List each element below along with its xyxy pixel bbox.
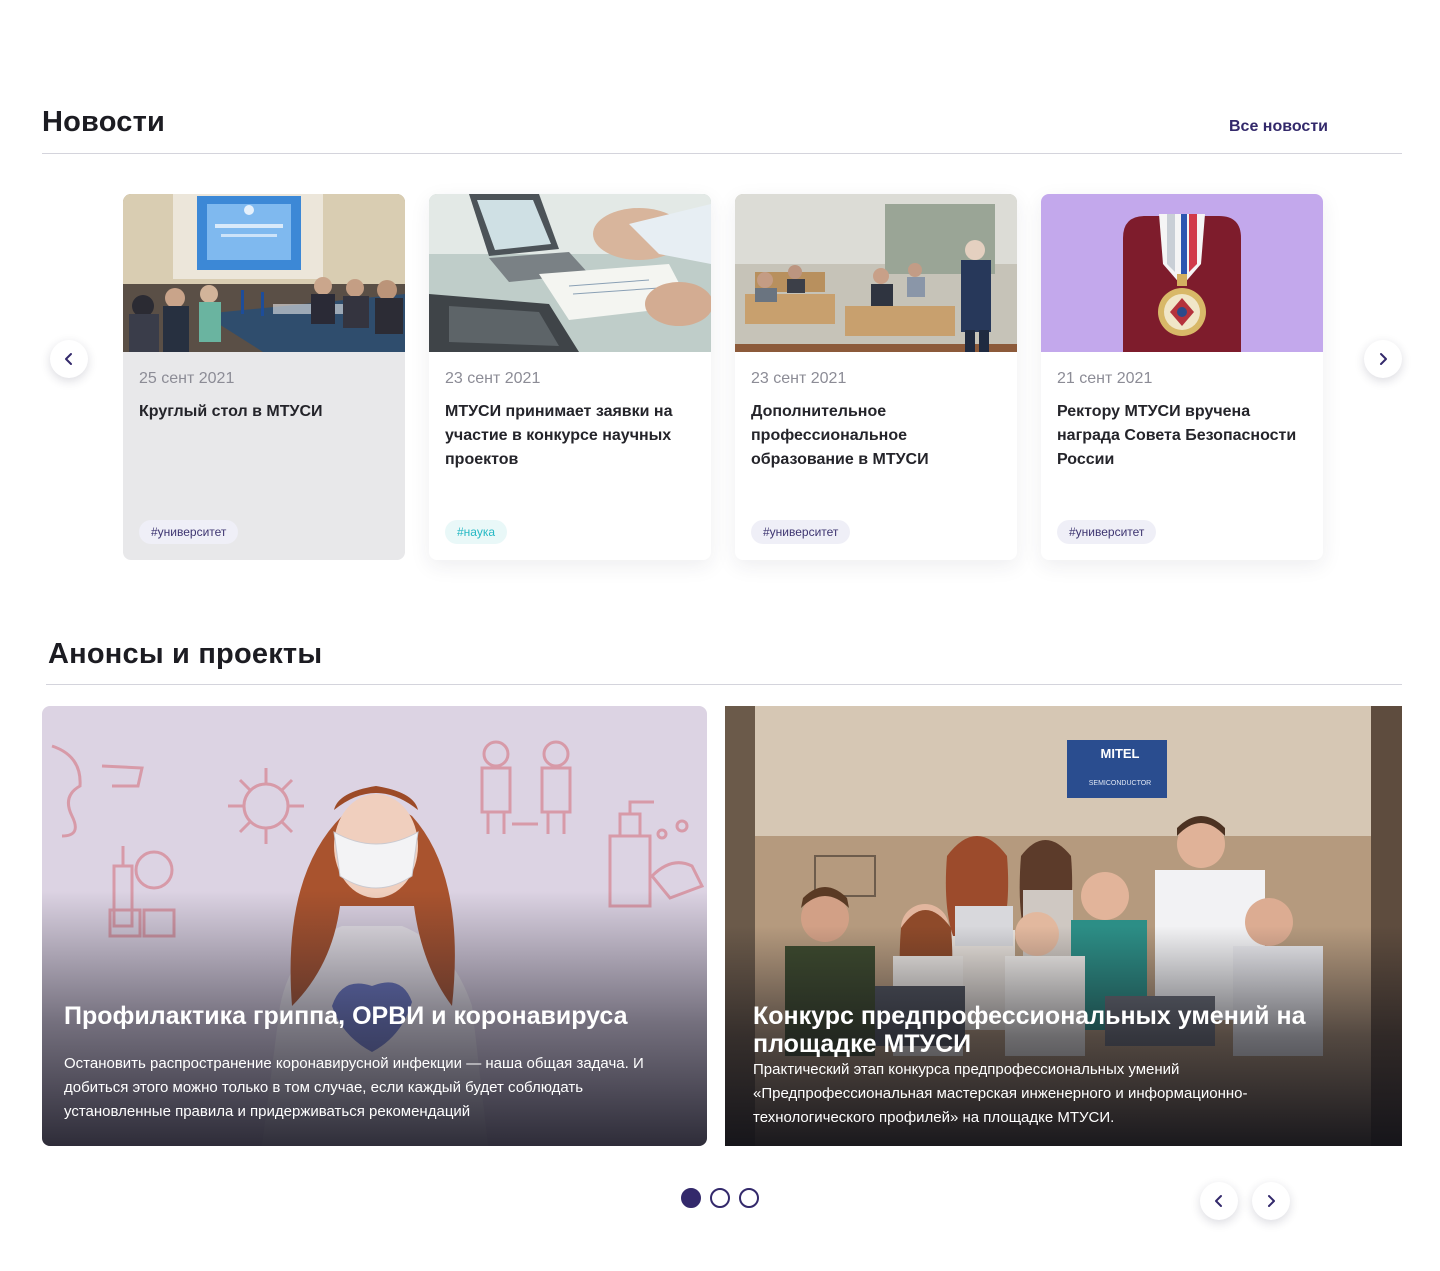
news-card-date: 23 сент 2021 [751,370,847,387]
mitel-sign-subtext: SEMICONDUCTOR [1088,780,1152,787]
round-table-photo [123,194,405,352]
pagination-dot-3[interactable] [739,1188,759,1208]
news-card-title: Дополнительное профессиональное образова… [751,403,929,468]
news-title: Новости [42,106,165,138]
announcement-card-contest[interactable]: MITEL SEMICONDUCTOR Конкурс предпрофесси… [725,706,1402,1146]
news-prev-button[interactable] [50,340,88,378]
classroom-photo [735,194,1017,352]
announcements-section-header: Анонсы и проекты [46,632,1402,685]
news-card-title: МТУСИ принимает заявки на участие в конк… [445,403,673,468]
mitel-sign-text: MITEL [1100,746,1140,761]
news-card[interactable]: 21 сент 2021 Ректору МТУСИ вручена награ… [1041,194,1323,560]
news-card-title: Круглый стол в МТУСИ [139,403,323,420]
news-card[interactable]: 23 сент 2021 МТУСИ принимает заявки на у… [429,194,711,560]
news-card-tag[interactable]: #университет [1057,520,1157,544]
news-card-title: Ректору МТУСИ вручена награда Совета Без… [1057,403,1297,468]
news-card-date: 25 сент 2021 [139,370,235,387]
announcement-description: Практический этап конкурса предпрофессио… [753,1061,1248,1126]
medal-photo [1041,194,1323,352]
news-section-header: Новости Все новости [42,100,1402,154]
chevron-left-icon [65,353,72,365]
announcement-description: Остановить распространение коронавирусно… [64,1055,644,1120]
announcements-prev-button[interactable] [1200,1182,1238,1220]
news-card-tag[interactable]: #наука [445,520,508,544]
news-card-date: 23 сент 2021 [445,370,541,387]
pagination-dot-2[interactable] [710,1188,730,1208]
chevron-left-icon [1215,1195,1222,1207]
news-card-tag[interactable]: #университет [751,520,851,544]
news-card-image [123,194,405,352]
news-card-date: 21 сент 2021 [1057,370,1153,387]
pagination-dot-1[interactable] [681,1188,701,1208]
all-news-link[interactable]: Все новости [1229,118,1328,136]
news-card-image [1041,194,1323,352]
announcement-title: Профилактика гриппа, ОРВИ и коронавируса [64,1002,628,1030]
news-card-tag[interactable]: #университет [139,520,239,544]
announcements-next-button[interactable] [1252,1182,1290,1220]
announcements-title: Анонсы и проекты [48,638,323,670]
news-card-image [429,194,711,352]
news-card[interactable]: 25 сент 2021 Круглый стол в МТУСИ #униве… [123,194,405,560]
laptop-notes-photo [429,194,711,352]
news-card[interactable]: 23 сент 2021 Дополнительное профессионал… [735,194,1017,560]
chevron-right-icon [1268,1195,1275,1207]
announcement-card-flu[interactable]: Профилактика гриппа, ОРВИ и коронавируса… [42,706,707,1146]
news-next-button[interactable] [1364,340,1402,378]
chevron-right-icon [1380,353,1387,365]
news-card-image [735,194,1017,352]
announcement-title: Конкурс предпрофессиональных умений на п… [753,1002,1306,1058]
